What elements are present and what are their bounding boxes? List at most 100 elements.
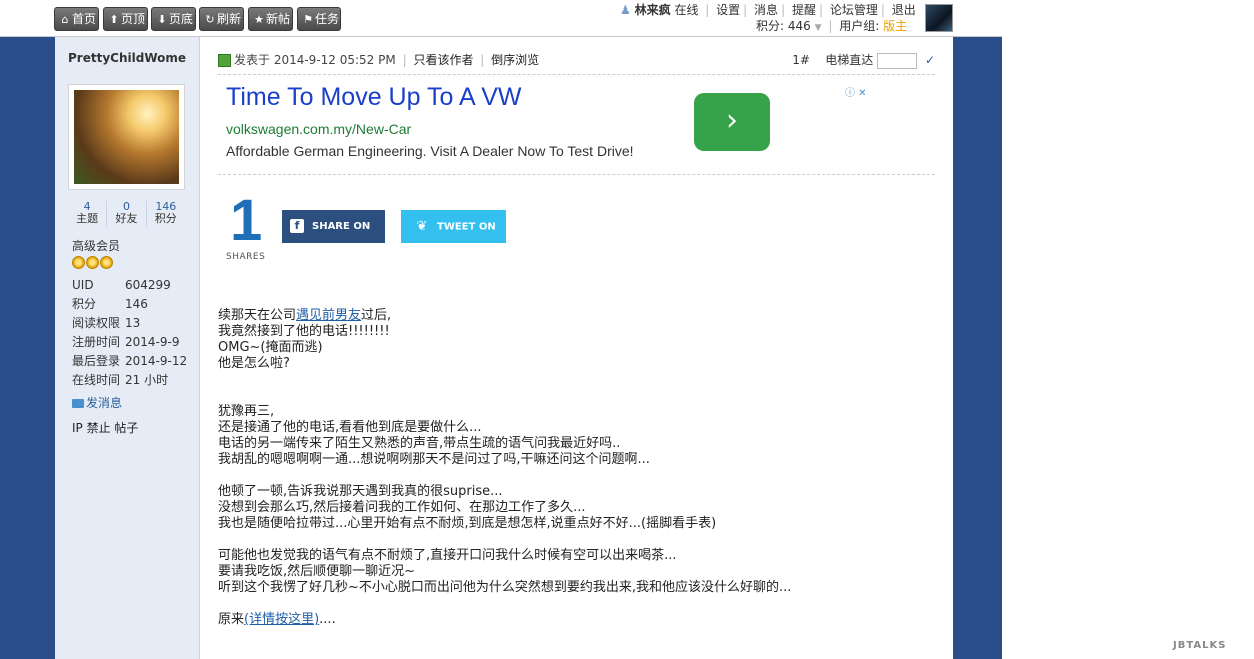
- nav-button-label: 任务: [315, 12, 340, 26]
- twitter-share-button[interactable]: ❦ TWEET ON: [401, 210, 506, 243]
- messages-link[interactable]: 消息: [754, 3, 778, 17]
- arrow-up-icon: ⬆: [109, 13, 119, 26]
- nav-button-3[interactable]: ↻ 刷新: [199, 7, 244, 31]
- page-background-right: [953, 37, 1002, 659]
- info-key: 最后登录: [72, 354, 121, 368]
- settings-link[interactable]: 设置: [716, 3, 740, 17]
- nav-button-label: 首页: [72, 12, 97, 26]
- body-paragraph: 原来(详情按这里)....: [218, 612, 938, 628]
- body-paragraph: 我也是随便哈拉带过...心里开始有点不耐烦,到底是想怎样,说重点好不好...(摇…: [218, 516, 717, 531]
- info-row: 在线时间 21 小时: [72, 371, 187, 390]
- ad-url[interactable]: volkswagen.com.my/New-Car: [226, 121, 411, 137]
- info-row: UID 604299: [72, 276, 187, 295]
- author-rank[interactable]: 高级会员: [72, 237, 120, 254]
- rank-stars: [72, 256, 114, 272]
- floor-jump-input[interactable]: [877, 52, 918, 69]
- user-group-link[interactable]: 版主: [883, 19, 907, 33]
- user-area: ♟ 林来疯 在线 | 设置 | 消息 | 提醒 | 论坛管理 | 退出 积分: 446 …: [620, 3, 916, 33]
- admin-actions: IP 禁止 帖子: [72, 419, 138, 436]
- nav-button-4[interactable]: ★ 新帖: [248, 7, 293, 31]
- stat-threads-label: 主题: [76, 212, 99, 225]
- ad-title[interactable]: Time To Move Up To A VW: [226, 83, 521, 112]
- divider: [218, 174, 935, 175]
- info-row: 最后登录 2014-9-12: [72, 352, 187, 371]
- reminders-link[interactable]: 提醒: [792, 3, 816, 17]
- home-icon: ⌂: [61, 13, 69, 26]
- info-value: 2014-9-12: [125, 354, 188, 368]
- floor-number[interactable]: 1#: [792, 53, 810, 67]
- ip-ban-link[interactable]: IP 禁止: [72, 421, 111, 435]
- info-value: 21 小时: [125, 373, 169, 387]
- send-message-label: 发消息: [86, 396, 123, 410]
- info-key: 积分: [72, 297, 97, 311]
- user-name-link[interactable]: 林来疯: [635, 3, 671, 17]
- info-key: 阅读权限: [72, 316, 121, 330]
- user-group-label: 用户组:: [839, 19, 880, 33]
- stat-friends[interactable]: 0 好友: [107, 201, 147, 227]
- online-status: 在线: [674, 3, 699, 17]
- posts-link[interactable]: 帖子: [114, 421, 138, 435]
- body-paragraph: 要请我吃饭,然后顺便聊一聊近况~: [218, 564, 416, 579]
- nav-button-1[interactable]: ⬆ 页顶: [103, 7, 148, 31]
- stat-friends-label: 好友: [115, 212, 138, 225]
- nav-button-2[interactable]: ⬇ 页底: [151, 7, 196, 31]
- info-value: 13: [125, 316, 141, 330]
- nav-button-5[interactable]: ⚑ 任务: [297, 7, 341, 31]
- ad-description: Affordable German Engineering. Visit A D…: [226, 143, 634, 159]
- author-name[interactable]: PrettyChildWome: [68, 51, 186, 65]
- refresh-icon: ↻: [205, 13, 215, 26]
- body-paragraph: 犹豫再三,: [218, 404, 275, 419]
- info-value: 2014-9-9: [125, 335, 180, 349]
- chevron-down-icon: ▼: [814, 23, 822, 33]
- ad-go-button[interactable]: ›: [694, 93, 770, 151]
- site-watermark: JBTALKS: [1173, 640, 1227, 651]
- facebook-icon: f: [290, 219, 304, 233]
- post-body: 续那天在公司遇见前男友过后, 我竟然接到了他的电话!!!!!!!! OMG~(掩…: [218, 308, 938, 628]
- info-key: 注册时间: [72, 335, 121, 349]
- facebook-share-label: SHARE ON: [312, 221, 371, 232]
- author-sidebar: PrettyChildWome 4 主题 0 好友 146 积分 高级会员 UID 60…: [55, 37, 200, 659]
- reverse-order-link[interactable]: 倒序浏览: [491, 53, 539, 67]
- forum-admin-link[interactable]: 论坛管理: [830, 3, 878, 17]
- stat-points-label: 积分: [154, 212, 177, 225]
- floor-jump-button[interactable]: ✓: [925, 53, 935, 67]
- nav-button-0[interactable]: ⌂ 首页: [54, 7, 99, 31]
- arrow-down-icon: ⬇: [157, 13, 167, 26]
- info-row: 注册时间 2014-9-9: [72, 333, 187, 352]
- body-paragraph: 可能他也发觉我的语气有点不耐烦了,直接开口问我什么时候有空可以出来喝茶...: [218, 548, 677, 563]
- twitter-share-label: TWEET ON: [437, 221, 496, 233]
- elevator-label: 电梯直达: [825, 53, 874, 67]
- post-header: 发表于 2014-9-12 05:52 PM | 只看该作者 | 倒序浏览 1#…: [218, 49, 935, 75]
- send-message-link[interactable]: 发消息: [72, 394, 122, 411]
- share-count-label: SHARES: [226, 252, 266, 262]
- post-content: 发表于 2014-9-12 05:52 PM | 只看该作者 | 倒序浏览 1#…: [200, 37, 953, 659]
- logout-link[interactable]: 退出: [892, 3, 916, 17]
- body-text: 原来: [218, 612, 245, 627]
- top-navigation-bar: ⌂ 首页 ⬆ 页顶 ⬇ 页底 ↻ 刷新 ★ 新帖 ⚑ 任务 ♟ 林来疯 在线 | 设置 | 消息 | 提醒…: [0, 0, 1002, 37]
- inline-link[interactable]: 遇见前男友: [296, 308, 361, 323]
- body-paragraph: OMG~(掩面而逃): [218, 340, 323, 355]
- twitter-icon: ❦: [416, 219, 428, 234]
- points-menu[interactable]: 积分: 446: [756, 19, 811, 33]
- mail-icon: [72, 399, 84, 408]
- user-icon: ♟: [620, 3, 631, 17]
- body-paragraph: 还是接通了他的电话,看看他到底是要做什么...: [218, 420, 482, 435]
- info-key: UID: [72, 278, 94, 292]
- star-icon: ★: [254, 13, 264, 26]
- details-link[interactable]: (详情按这里): [244, 612, 319, 627]
- stat-points[interactable]: 146 积分: [147, 201, 185, 227]
- author-only-link[interactable]: 只看该作者: [413, 53, 473, 67]
- author-stats: 4 主题 0 好友 146 积分: [68, 201, 185, 227]
- info-row: 阅读权限 13: [72, 314, 187, 333]
- author-avatar[interactable]: [68, 84, 185, 190]
- facebook-share-button[interactable]: f SHARE ON: [282, 210, 385, 243]
- info-key: 在线时间: [72, 373, 121, 387]
- ad-choices-icon[interactable]: ⓘ ✕: [845, 84, 873, 99]
- stat-threads[interactable]: 4 主题: [68, 201, 108, 227]
- task-icon: ⚑: [303, 13, 313, 26]
- user-avatar[interactable]: [925, 4, 953, 32]
- advertisement[interactable]: Time To Move Up To A VW volkswagen.com.m…: [218, 83, 878, 173]
